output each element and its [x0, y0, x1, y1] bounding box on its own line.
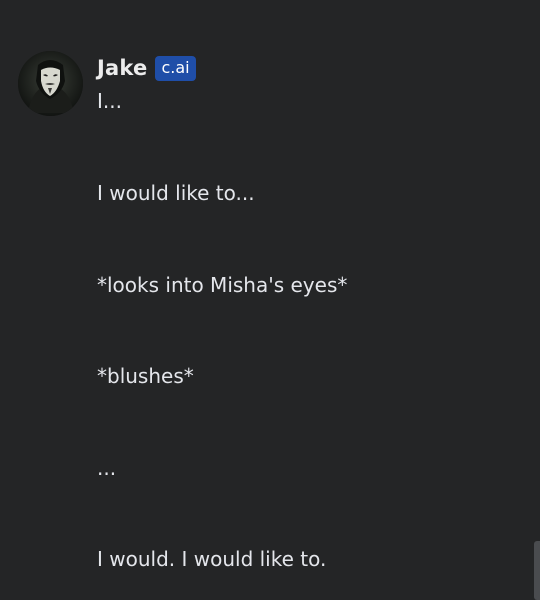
author-row: Jake c.ai: [97, 54, 196, 82]
message-line: I would. I would like to.: [97, 547, 327, 571]
message-line: ...: [97, 456, 117, 480]
author-name[interactable]: Jake: [97, 56, 147, 80]
message-line: *blushes*: [97, 364, 194, 388]
masked-face-icon: [18, 51, 83, 116]
character-badge: c.ai: [155, 55, 196, 81]
message-line: I would like to...: [97, 181, 255, 205]
chat-message: Jake c.ai I... I would like to... *looks…: [0, 0, 540, 600]
message-line: I...: [97, 89, 122, 113]
avatar[interactable]: [18, 51, 83, 116]
message-line: *looks into Misha's eyes*: [97, 273, 348, 297]
scrollbar-thumb[interactable]: [534, 541, 540, 600]
